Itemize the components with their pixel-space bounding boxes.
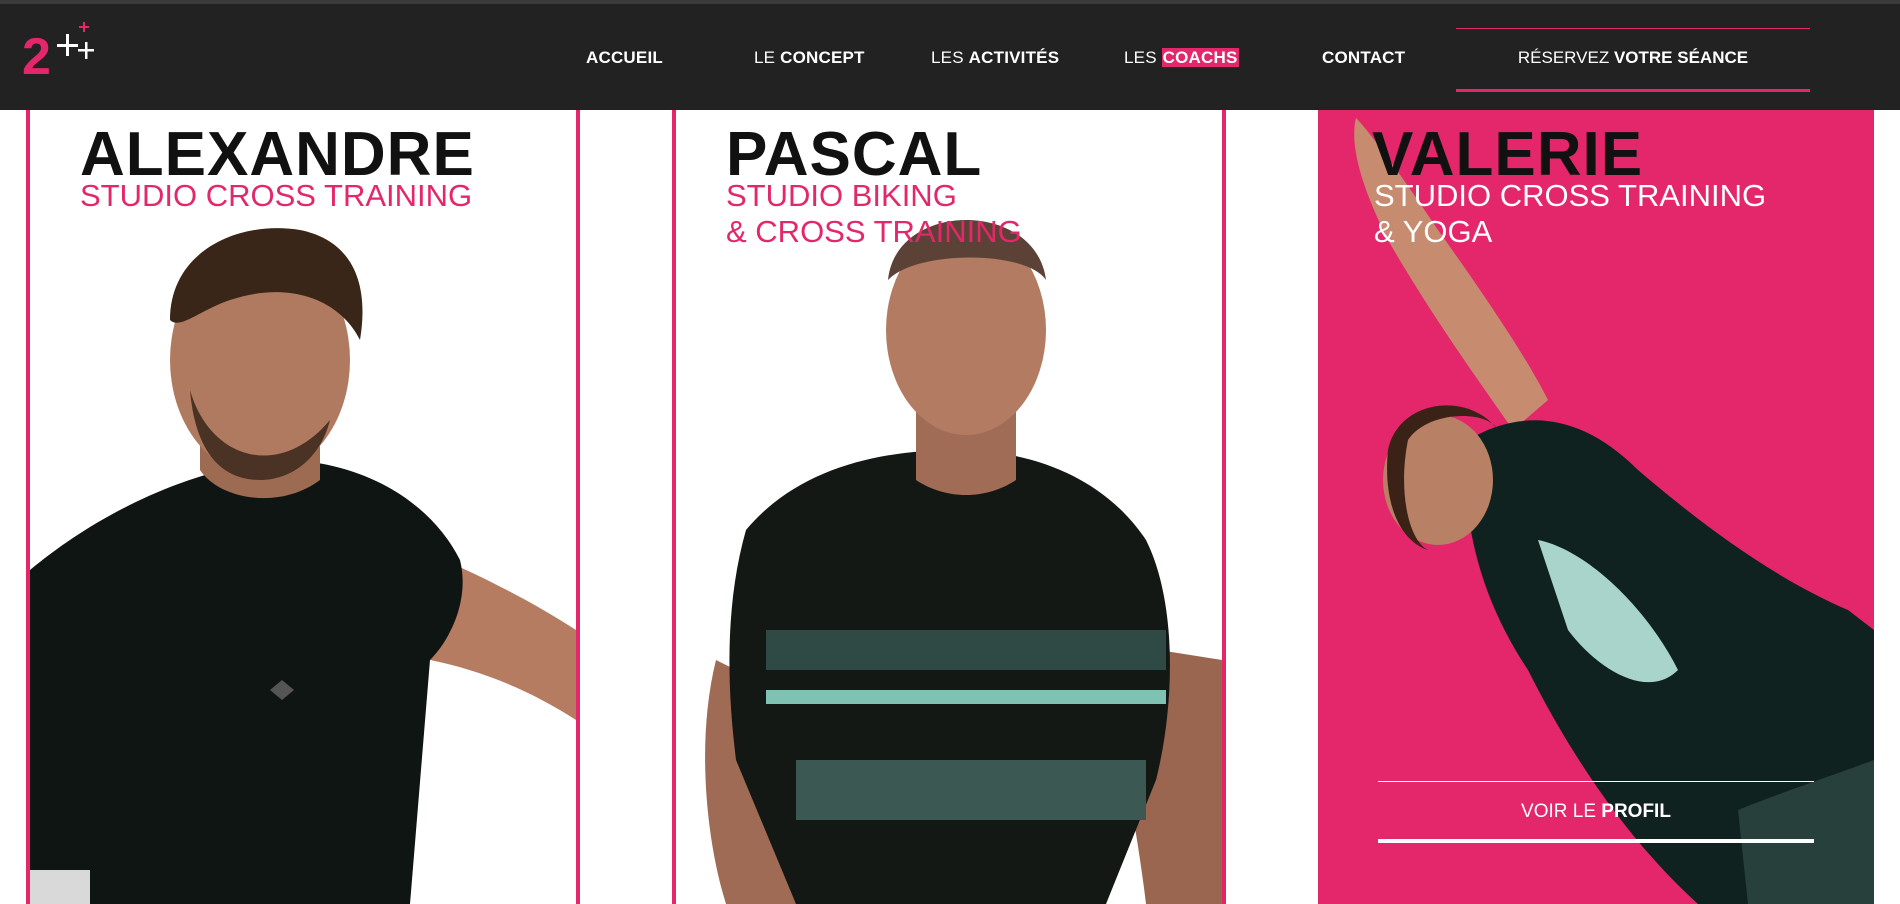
nav-activites-prefix: LES bbox=[931, 48, 969, 67]
site-header: 2 ACCUEIL LE CONCEPT LES ACTIVITÉS LES C… bbox=[0, 4, 1900, 110]
coach-name: ALEXANDRE bbox=[80, 120, 475, 189]
coach-card-pascal[interactable]: PASCAL STUDIO BIKING & CROSS TRAINING bbox=[672, 110, 1226, 904]
coach-studio-line1: STUDIO CROSS TRAINING bbox=[1374, 178, 1767, 213]
nav-concept-prefix: LE bbox=[754, 48, 781, 67]
nav-accueil[interactable]: ACCUEIL bbox=[586, 48, 663, 68]
book-session-button[interactable]: RÉSERVEZ VOTRE SÉANCE bbox=[1456, 28, 1810, 92]
page-margin bbox=[1874, 110, 1900, 904]
site-logo[interactable]: 2 bbox=[22, 20, 106, 86]
logo-digit: 2 bbox=[22, 28, 51, 80]
coach-card-alexandre[interactable]: ALEXANDRE STUDIO CROSS TRAINING bbox=[26, 110, 580, 904]
nav-accueil-label: ACCUEIL bbox=[586, 48, 663, 67]
nav-contact-label: CONTACT bbox=[1322, 48, 1406, 67]
coach-studio-line1: STUDIO BIKING bbox=[726, 178, 957, 213]
coach-studio-line1: STUDIO CROSS TRAINING bbox=[80, 178, 473, 213]
nav-contact[interactable]: CONTACT bbox=[1322, 48, 1405, 68]
cta-label: VOTRE SÉANCE bbox=[1613, 48, 1749, 67]
nav-coachs-label: COACHS bbox=[1161, 48, 1239, 67]
nav-concept[interactable]: LE CONCEPT bbox=[754, 48, 865, 68]
nav-coachs[interactable]: LES COACHS bbox=[1124, 48, 1239, 68]
coach-photo-pascal bbox=[705, 220, 1222, 904]
coach-name: VALERIE bbox=[1372, 120, 1644, 189]
coach-studio-line2: & YOGA bbox=[1374, 214, 1493, 249]
nav-activites-label: ACTIVITÉS bbox=[968, 48, 1060, 67]
cta-prefix: RÉSERVEZ bbox=[1517, 48, 1614, 67]
nav-activites[interactable]: LES ACTIVITÉS bbox=[931, 48, 1059, 68]
nav-concept-label: CONCEPT bbox=[780, 48, 865, 67]
nav-coachs-prefix: LES bbox=[1124, 48, 1162, 67]
profile-label: PROFIL bbox=[1601, 801, 1671, 822]
coach-name: PASCAL bbox=[726, 120, 983, 189]
coach-studio-line2: & CROSS TRAINING bbox=[726, 214, 1022, 249]
coach-photo-alexandre bbox=[30, 228, 576, 904]
view-profile-button[interactable]: VOIR LE PROFIL bbox=[1378, 781, 1814, 843]
profile-prefix: VOIR LE bbox=[1521, 801, 1602, 822]
